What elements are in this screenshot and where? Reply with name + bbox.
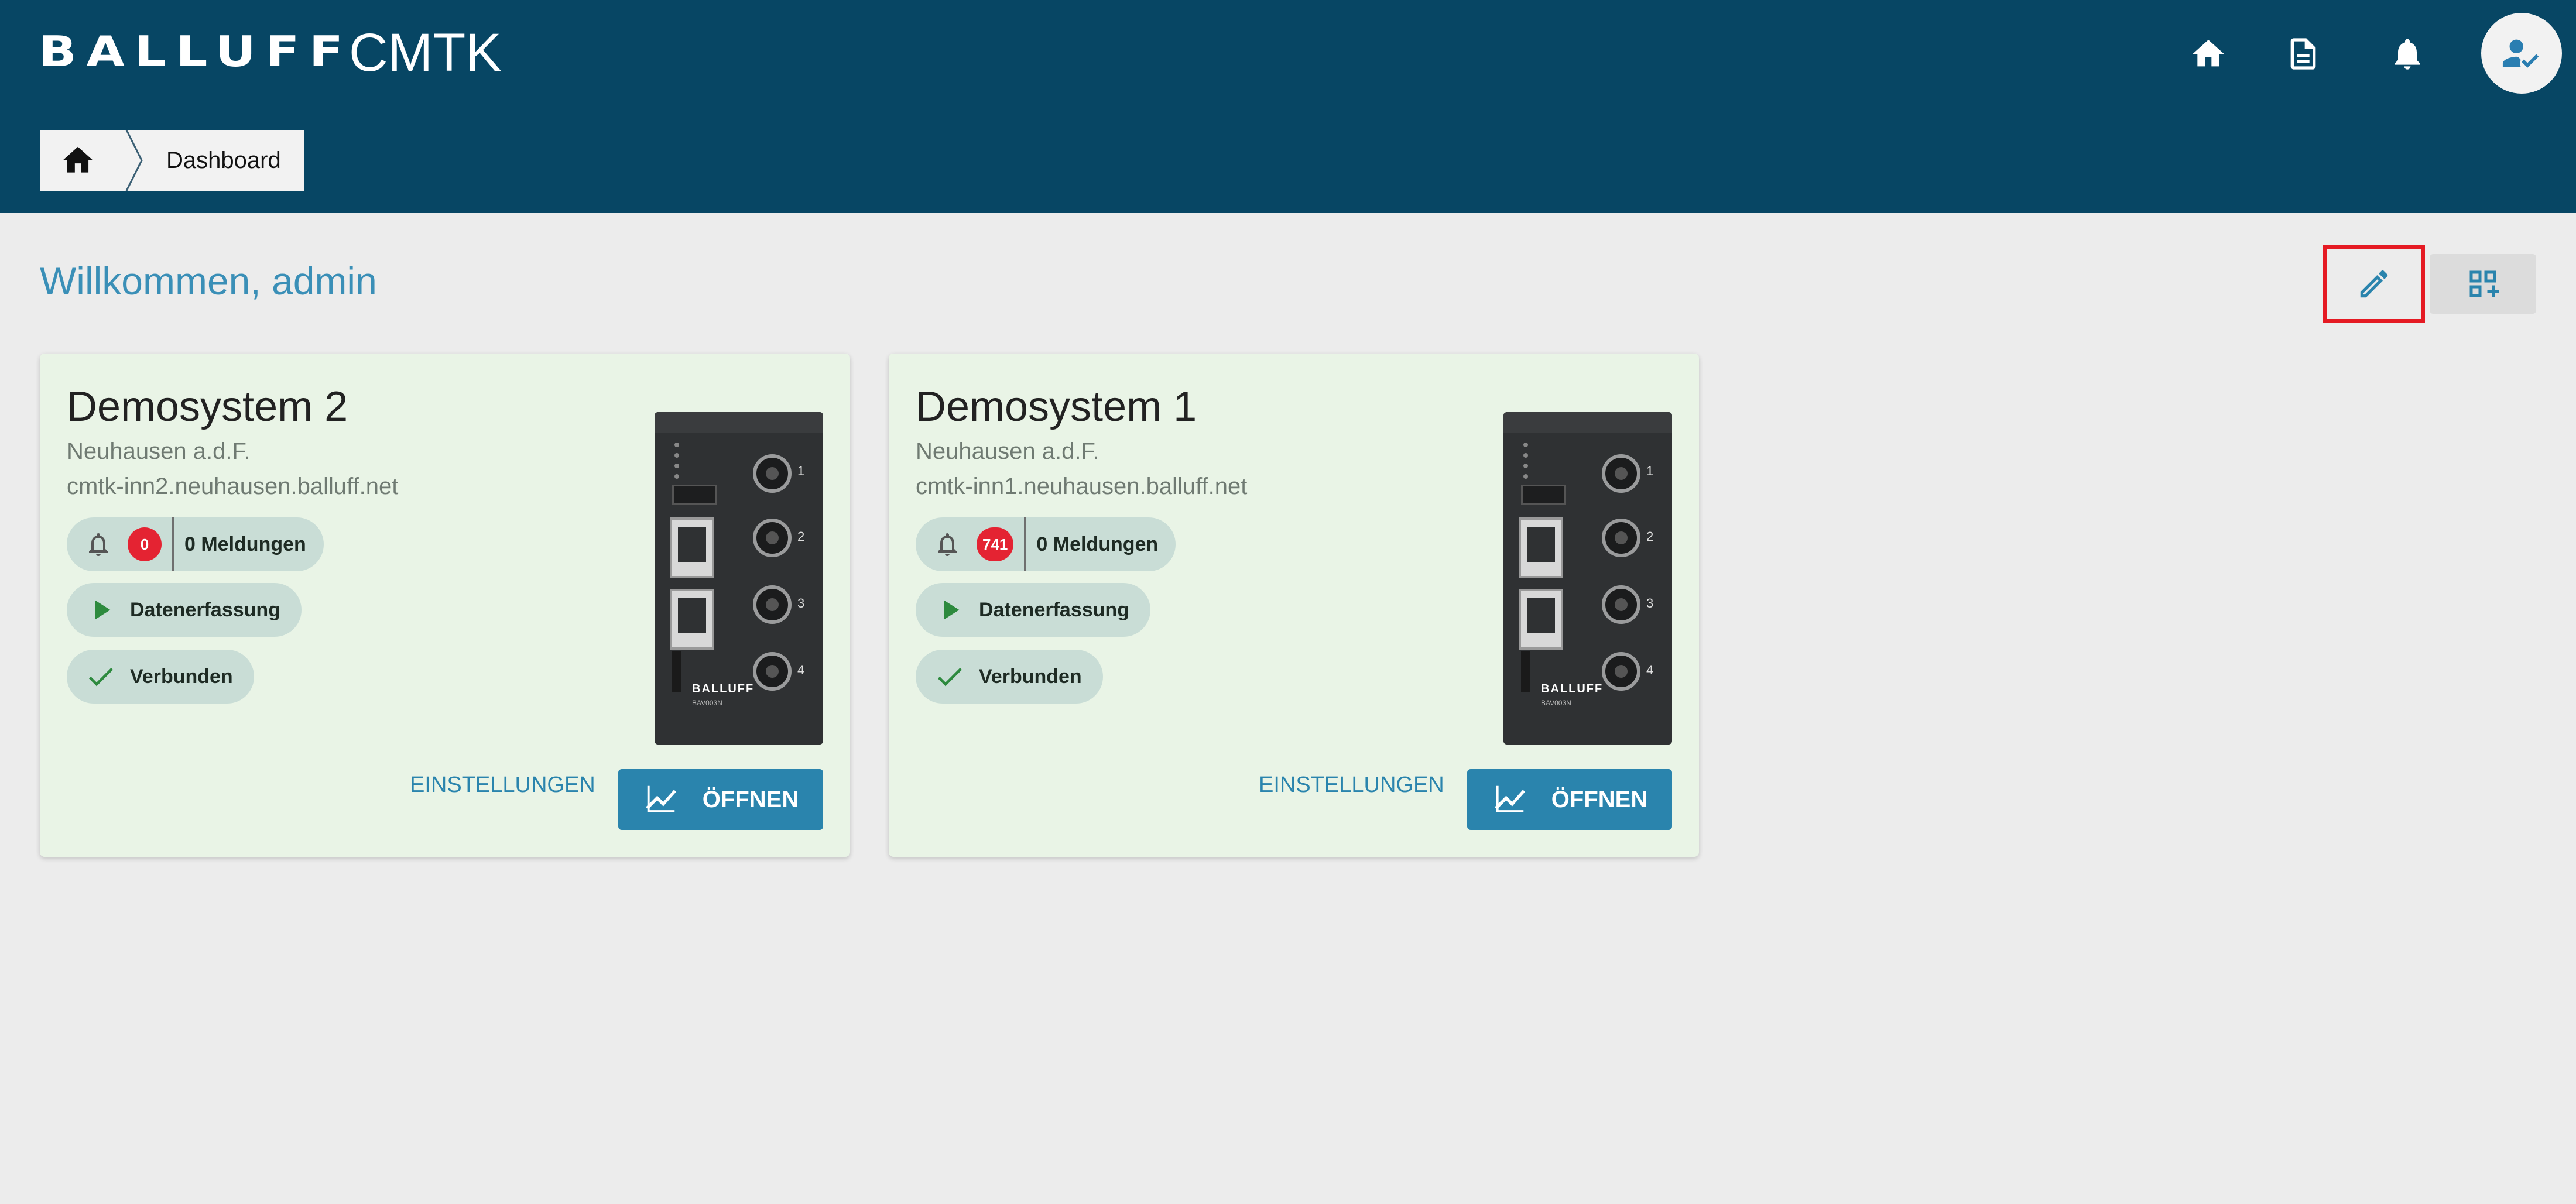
system-card: Demosystem 2 Neuhausen a.d.F. cmtk-inn2.… <box>40 354 850 857</box>
messages-chip[interactable]: 741 0 Meldungen <box>916 517 1176 571</box>
bell-outline-icon <box>938 533 957 556</box>
top-app-bar: BALLUFF CMTK Dashboard <box>0 0 2576 213</box>
connection-status-chip: Verbunden <box>67 650 254 704</box>
balluff-logo[interactable]: BALLUFF <box>39 30 352 73</box>
system-card: Demosystem 1 Neuhausen a.d.F. cmtk-inn1.… <box>889 354 1699 857</box>
play-icon <box>95 600 111 620</box>
connection-status-label: Verbunden <box>130 665 233 688</box>
device-image: 1 2 3 4 BALLUFF BAV003N <box>655 412 823 745</box>
chart-line-icon <box>1494 785 1525 812</box>
messages-chip[interactable]: 0 0 Meldungen <box>67 517 324 571</box>
data-acquisition-label: Datenerfassung <box>130 598 280 621</box>
open-button-label: ÖFFNEN <box>1551 786 1648 812</box>
breadcrumb-home[interactable] <box>40 130 116 191</box>
data-acquisition-chip[interactable]: Datenerfassung <box>67 583 302 637</box>
check-icon <box>88 668 113 687</box>
system-title: Demosystem 1 <box>916 383 1197 430</box>
user-check-icon <box>2502 39 2539 68</box>
chip-divider <box>1024 517 1026 571</box>
connection-status-label: Verbunden <box>979 665 1082 688</box>
system-location: Neuhausen a.d.F. <box>67 438 251 464</box>
message-count-badge: 741 <box>977 527 1014 561</box>
edit-dashboard-button[interactable] <box>2323 245 2425 323</box>
system-title: Demosystem 2 <box>67 383 348 430</box>
bell-outline-icon <box>89 533 108 556</box>
system-location: Neuhausen a.d.F. <box>916 438 1099 464</box>
messages-label: 0 Meldungen <box>184 533 306 555</box>
open-button-label: ÖFFNEN <box>702 786 799 812</box>
dashboard-add-icon <box>2469 270 2499 297</box>
breadcrumb-separator <box>116 129 151 191</box>
document-icon[interactable] <box>2276 27 2330 81</box>
settings-button[interactable]: EINSTELLUNGEN <box>410 763 595 807</box>
messages-label: 0 Meldungen <box>1036 533 1159 555</box>
breadcrumb-item-dashboard[interactable]: Dashboard <box>151 130 304 191</box>
pencil-icon <box>2360 270 2388 298</box>
connection-status-chip: Verbunden <box>916 650 1103 704</box>
play-icon <box>944 600 960 620</box>
system-hostname: cmtk-inn2.neuhausen.balluff.net <box>67 474 399 499</box>
settings-button[interactable]: EINSTELLUNGEN <box>1259 763 1444 807</box>
check-icon <box>937 668 962 687</box>
chip-divider <box>172 517 174 571</box>
open-button[interactable]: ÖFFNEN <box>618 769 823 830</box>
message-count-badge: 0 <box>128 527 162 561</box>
add-widget-button[interactable] <box>2430 254 2536 314</box>
app-title: CMTK <box>349 23 502 83</box>
open-button[interactable]: ÖFFNEN <box>1467 769 1672 830</box>
system-hostname: cmtk-inn1.neuhausen.balluff.net <box>916 474 1248 499</box>
device-image: 1 2 3 4 BALLUFF BAV003N <box>1503 412 1672 745</box>
chart-line-icon <box>645 785 676 812</box>
user-avatar-button[interactable] <box>2481 13 2562 94</box>
data-acquisition-label: Datenerfassung <box>979 598 1129 621</box>
data-acquisition-chip[interactable]: Datenerfassung <box>916 583 1150 637</box>
home-icon <box>63 146 93 173</box>
bell-icon[interactable] <box>2380 27 2434 81</box>
breadcrumb: Dashboard <box>40 129 304 191</box>
welcome-heading: Willkommen, admin <box>40 259 377 303</box>
home-icon[interactable] <box>2181 27 2235 81</box>
